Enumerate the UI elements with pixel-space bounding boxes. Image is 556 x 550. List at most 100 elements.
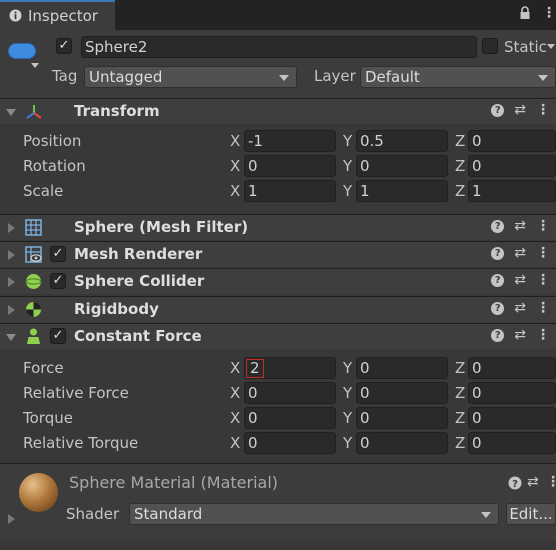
transform-header-icons: ? ⇄ ⋮ <box>491 102 550 118</box>
foldout-arrow-icon[interactable] <box>8 277 15 287</box>
static-dropdown-arrow-icon[interactable] <box>547 44 555 49</box>
axis-y-label: Y <box>343 132 353 150</box>
scale-z-field[interactable]: 1 <box>468 180 556 202</box>
axis-y-label: Y <box>343 384 353 402</box>
rotation-x-field[interactable]: 0 <box>244 155 336 177</box>
help-icon[interactable]: ? <box>491 246 505 260</box>
axis-z-label: Z <box>455 132 466 150</box>
scale-x-field[interactable]: 1 <box>244 180 336 202</box>
axis-y-label: Y <box>343 182 353 200</box>
help-icon[interactable]: ? <box>491 103 505 117</box>
transform-header[interactable]: Transform ? ⇄ ⋮ <box>0 98 556 124</box>
position-label: Position <box>23 132 82 150</box>
relative-torque-z-field[interactable]: 0 <box>468 432 556 454</box>
sphere-collider-title: Sphere Collider <box>74 272 205 290</box>
foldout-arrow-icon[interactable] <box>6 334 16 341</box>
shader-dropdown[interactable]: Standard <box>129 503 499 525</box>
position-y-field[interactable]: 0.5 <box>356 130 448 152</box>
relative-force-z-field[interactable]: 0 <box>468 382 556 404</box>
force-y-field[interactable]: 0 <box>356 357 448 379</box>
torque-y-field[interactable]: 0 <box>356 407 448 429</box>
context-menu-icon[interactable]: ⋮ <box>536 245 550 261</box>
presets-icon[interactable]: ⇄ <box>514 245 526 261</box>
presets-icon[interactable]: ⇄ <box>514 272 526 288</box>
material-preview-sphere <box>19 473 58 512</box>
presets-icon[interactable]: ⇄ <box>514 102 526 118</box>
static-checkbox[interactable] <box>482 38 498 54</box>
context-menu-icon[interactable]: ⋮ <box>536 102 550 118</box>
rigidbody-title: Rigidbody <box>74 300 159 318</box>
foldout-arrow-icon[interactable] <box>8 250 15 260</box>
active-checkbox[interactable]: ✓ <box>56 38 72 54</box>
context-menu-icon[interactable]: ⋮ <box>536 218 550 234</box>
edit-shader-button[interactable]: Edit... <box>506 503 556 525</box>
rotation-y-field[interactable]: 0 <box>356 155 448 177</box>
position-z-field[interactable]: 0 <box>468 130 556 152</box>
axis-x-label: X <box>230 434 241 452</box>
relative-force-x-field[interactable]: 0 <box>244 382 336 404</box>
sphere-collider-header[interactable]: ✓ Sphere Collider ? ⇄ ⋮ <box>0 268 556 294</box>
material-title: Sphere Material (Material) <box>69 473 279 492</box>
inspector-footer <box>0 541 556 550</box>
mesh-renderer-enabled-checkbox[interactable]: ✓ <box>50 246 66 262</box>
foldout-arrow-icon[interactable] <box>8 305 15 315</box>
object-name-field[interactable]: Sphere2 <box>81 36 477 58</box>
force-x-field[interactable]: 2 <box>244 357 336 379</box>
layer-dropdown[interactable]: Default <box>360 66 556 88</box>
static-label: Static <box>504 38 547 56</box>
tab-menu-icon[interactable]: ⋮ <box>542 5 556 21</box>
constant-force-header[interactable]: ✓ Constant Force ? ⇄ ⋮ <box>0 323 556 349</box>
help-icon[interactable]: ? <box>508 476 522 490</box>
force-z-field[interactable]: 0 <box>468 357 556 379</box>
transform-row-position: Position X -1 Y 0.5 Z 0 <box>0 130 556 155</box>
torque-z-field[interactable]: 0 <box>468 407 556 429</box>
shader-label: Shader <box>66 505 120 523</box>
transform-title: Transform <box>74 102 160 120</box>
presets-icon[interactable]: ⇄ <box>514 327 526 343</box>
axis-x-label: X <box>230 384 241 402</box>
rotation-z-field[interactable]: 0 <box>468 155 556 177</box>
tag-dropdown[interactable]: Untagged <box>84 66 297 88</box>
context-menu-icon[interactable]: ⋮ <box>536 272 550 288</box>
constant-force-enabled-checkbox[interactable]: ✓ <box>50 328 66 344</box>
help-icon[interactable]: ? <box>491 219 505 233</box>
relative-force-y-field[interactable]: 0 <box>356 382 448 404</box>
mesh-renderer-icon <box>25 246 42 263</box>
lock-icon[interactable] <box>519 6 531 21</box>
context-menu-icon[interactable]: ⋮ <box>536 327 550 343</box>
transform-icon <box>26 105 42 119</box>
presets-icon[interactable]: ⇄ <box>527 474 539 490</box>
transform-row-rotation: Rotation X 0 Y 0 Z 0 <box>0 155 556 180</box>
axis-z-label: Z <box>455 434 466 452</box>
axis-z-label: Z <box>455 157 466 175</box>
sphere-collider-enabled-checkbox[interactable]: ✓ <box>50 273 66 289</box>
foldout-arrow-icon[interactable] <box>8 514 15 524</box>
object-header: ✓ Sphere2 Static Tag Untagged Layer Defa… <box>0 30 556 102</box>
foldout-arrow-icon[interactable] <box>6 109 16 116</box>
tab-inspector[interactable]: Inspector <box>0 0 115 30</box>
torque-x-field[interactable]: 0 <box>244 407 336 429</box>
relative-torque-x-field[interactable]: 0 <box>244 432 336 454</box>
presets-icon[interactable]: ⇄ <box>514 218 526 234</box>
help-icon[interactable]: ? <box>491 301 505 315</box>
rigidbody-icon <box>26 302 41 317</box>
help-icon[interactable]: ? <box>491 273 505 287</box>
presets-icon[interactable]: ⇄ <box>514 300 526 316</box>
axis-y-label: Y <box>343 434 353 452</box>
relative-torque-y-field[interactable]: 0 <box>356 432 448 454</box>
axis-z-label: Z <box>455 384 466 402</box>
rigidbody-header[interactable]: Rigidbody ? ⇄ ⋮ <box>0 296 556 322</box>
position-x-field[interactable]: -1 <box>244 130 336 152</box>
mesh-filter-header[interactable]: Sphere (Mesh Filter) ? ⇄ ⋮ <box>0 214 556 240</box>
context-menu-icon[interactable]: ⋮ <box>536 300 550 316</box>
tag-label: Tag <box>52 67 78 85</box>
context-menu-icon[interactable]: ⋮ <box>546 474 556 490</box>
foldout-arrow-icon[interactable] <box>8 223 15 233</box>
torque-row: Torque X 0 Y 0 Z 0 <box>0 407 556 432</box>
scale-y-field[interactable]: 1 <box>356 180 448 202</box>
help-icon[interactable]: ? <box>491 328 505 342</box>
icon-dropdown-arrow-icon[interactable] <box>31 63 39 68</box>
axis-x-label: X <box>230 359 241 377</box>
mesh-renderer-header[interactable]: ✓ Mesh Renderer ? ⇄ ⋮ <box>0 241 556 267</box>
force-x-value[interactable]: 2 <box>246 359 264 378</box>
